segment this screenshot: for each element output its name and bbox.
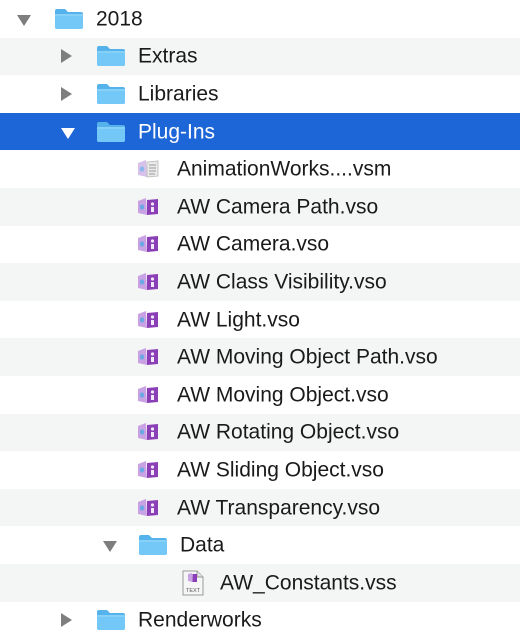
item-label: AW Transparency.vso bbox=[177, 496, 381, 520]
plugin-object-file-icon bbox=[136, 234, 160, 254]
file-row-aw-moving-object-path-vso[interactable]: AW Moving Object Path.vso bbox=[0, 338, 520, 376]
folder-icon bbox=[96, 83, 126, 105]
plugin-object-file-icon bbox=[136, 498, 160, 518]
disclosure-triangle-expanded-icon[interactable] bbox=[61, 127, 75, 139]
text-script-file-icon: TEXT bbox=[182, 570, 204, 596]
disclosure-triangle-collapsed-icon[interactable] bbox=[61, 49, 72, 64]
folder-icon bbox=[138, 534, 168, 556]
folder-row-extras[interactable]: Extras bbox=[0, 37, 520, 76]
file-row-animationworks-vsm[interactable]: AnimationWorks....vsm bbox=[0, 150, 520, 188]
plugin-object-file-icon bbox=[136, 197, 160, 217]
file-row-aw-sliding-object-vso[interactable]: AW Sliding Object.vso bbox=[0, 451, 520, 489]
item-label: AW Camera.vso bbox=[177, 232, 330, 256]
folder-row-libraries[interactable]: Libraries bbox=[0, 75, 520, 113]
file-row-aw-constants-vss[interactable]: TEXT AW_Constants.vss bbox=[0, 564, 520, 602]
plugin-object-file-icon bbox=[136, 385, 160, 405]
svg-text:TEXT: TEXT bbox=[186, 588, 201, 594]
item-label: AW Moving Object Path.vso bbox=[177, 345, 438, 369]
disclosure-triangle-expanded-icon[interactable] bbox=[103, 541, 117, 553]
file-row-aw-camera-vso[interactable]: AW Camera.vso bbox=[0, 226, 520, 264]
vectorscript-menu-file-icon bbox=[136, 159, 160, 179]
folder-row-renderworks[interactable]: Renderworks bbox=[0, 602, 520, 639]
item-label: AW Class Visibility.vso bbox=[177, 270, 387, 294]
item-label: AW_Constants.vss bbox=[220, 571, 397, 595]
folder-row-data[interactable]: Data bbox=[0, 526, 520, 564]
plugin-object-file-icon bbox=[136, 347, 160, 367]
file-row-aw-transparency-vso[interactable]: AW Transparency.vso bbox=[0, 488, 520, 527]
item-label: Renderworks bbox=[138, 608, 262, 632]
item-label: AW Light.vso bbox=[177, 308, 300, 332]
item-label: Plug-Ins bbox=[138, 120, 216, 144]
file-row-aw-rotating-object-vso[interactable]: AW Rotating Object.vso bbox=[0, 413, 520, 452]
item-label: AW Rotating Object.vso bbox=[177, 420, 400, 444]
folder-row-2018[interactable]: 2018 bbox=[0, 0, 520, 38]
file-row-aw-light-vso[interactable]: AW Light.vso bbox=[0, 301, 520, 339]
item-label: Libraries bbox=[138, 82, 219, 106]
item-label: Data bbox=[180, 533, 225, 557]
disclosure-triangle-expanded-icon[interactable] bbox=[17, 14, 31, 26]
plugin-object-file-icon bbox=[136, 422, 160, 442]
item-label: AW Sliding Object.vso bbox=[177, 458, 384, 482]
folder-icon bbox=[96, 45, 126, 67]
item-label: 2018 bbox=[96, 7, 143, 31]
plugin-object-file-icon bbox=[136, 460, 160, 480]
folder-icon bbox=[96, 121, 126, 143]
folder-icon bbox=[54, 8, 84, 30]
item-label: AW Moving Object.vso bbox=[177, 383, 389, 407]
item-label: AnimationWorks....vsm bbox=[177, 157, 392, 181]
disclosure-triangle-collapsed-icon[interactable] bbox=[61, 86, 72, 101]
folder-icon bbox=[96, 609, 126, 631]
file-row-aw-camera-path-vso[interactable]: AW Camera Path.vso bbox=[0, 188, 520, 226]
item-label: Extras bbox=[138, 44, 198, 68]
disclosure-triangle-collapsed-icon[interactable] bbox=[61, 613, 72, 628]
file-row-aw-moving-object-vso[interactable]: AW Moving Object.vso bbox=[0, 376, 520, 414]
file-tree: 2018 Extras Libraries Plug-Ins Animation… bbox=[0, 0, 520, 638]
item-label: AW Camera Path.vso bbox=[177, 195, 379, 219]
file-row-aw-class-visibility-vso[interactable]: AW Class Visibility.vso bbox=[0, 263, 520, 301]
plugin-object-file-icon bbox=[136, 272, 160, 292]
folder-row-plug-ins[interactable]: Plug-Ins bbox=[0, 112, 520, 151]
plugin-object-file-icon bbox=[136, 310, 160, 330]
